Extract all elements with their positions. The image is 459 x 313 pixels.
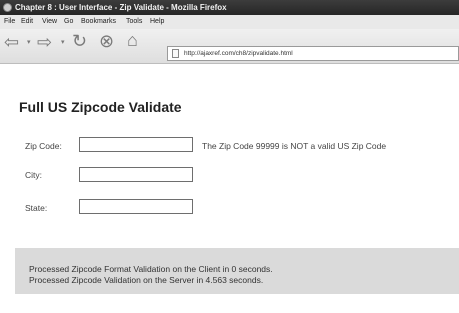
home-icon[interactable]: ⌂: [127, 31, 138, 49]
city-input[interactable]: [79, 167, 193, 182]
window-title: Chapter 8 : User Interface - Zip Validat…: [15, 3, 227, 12]
stop-icon[interactable]: ⊗: [99, 32, 114, 50]
status-panel: Processed Zipcode Format Validation on t…: [15, 248, 459, 294]
state-input[interactable]: [79, 199, 193, 214]
window-title-bar: Chapter 8 : User Interface - Zip Validat…: [0, 0, 459, 15]
menu-edit[interactable]: Edit: [21, 15, 33, 29]
city-label: City:: [25, 170, 42, 180]
zip-validation-message: The Zip Code 99999 is NOT a valid US Zip…: [202, 141, 387, 151]
menu-help[interactable]: Help: [150, 15, 164, 29]
zip-code-input[interactable]: [79, 137, 193, 152]
menu-bookmarks[interactable]: Bookmarks: [81, 15, 116, 29]
state-label: State:: [25, 203, 48, 213]
address-url[interactable]: http://ajaxref.com/ch8/zipvalidate.html: [184, 47, 293, 61]
back-arrow-icon[interactable]: ⇦: [4, 33, 19, 51]
menu-file[interactable]: File: [4, 15, 15, 29]
forward-arrow-icon[interactable]: ⇨: [37, 33, 52, 51]
menu-bar: File Edit View Go Bookmarks Tools Help: [0, 15, 459, 29]
menu-go[interactable]: Go: [64, 15, 73, 29]
page-title: Full US Zipcode Validate: [19, 99, 182, 115]
firefox-logo-icon: [3, 3, 12, 12]
address-bar[interactable]: http://ajaxref.com/ch8/zipvalidate.html: [167, 46, 459, 61]
back-dropdown-icon[interactable]: ▾: [27, 39, 31, 46]
status-client-line: Processed Zipcode Format Validation on t…: [29, 264, 273, 274]
menu-view[interactable]: View: [42, 15, 57, 29]
page-content: Full US Zipcode Validate Zip Code: The Z…: [0, 64, 459, 313]
menu-tools[interactable]: Tools: [126, 15, 142, 29]
reload-icon[interactable]: ↻: [72, 32, 87, 50]
zip-code-label: Zip Code:: [25, 141, 62, 151]
status-server-line: Processed Zipcode Validation on the Serv…: [29, 275, 264, 285]
forward-dropdown-icon[interactable]: ▾: [61, 39, 65, 46]
page-icon: [172, 49, 179, 58]
navigation-toolbar: ⇦ ▾ ⇨ ▾ ↻ ⊗ ⌂ http://ajaxref.com/ch8/zip…: [0, 29, 459, 64]
